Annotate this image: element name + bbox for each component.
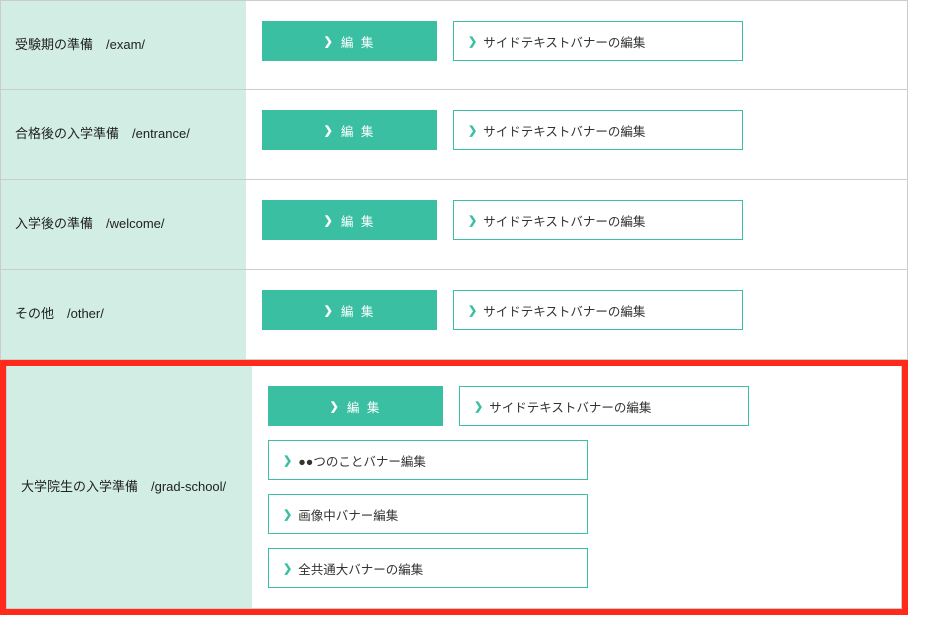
extra-banner-edit-button[interactable]: ❯ 全共通大バナーの編集 <box>268 548 588 588</box>
chevron-right-icon: ❯ <box>324 35 335 48</box>
side-banner-button-label: サイドテキストバナーの編集 <box>489 397 651 416</box>
side-banner-button-label: サイドテキストバナーの編集 <box>483 121 645 140</box>
extra-banner-edit-button[interactable]: ❯ 画像中バナー編集 <box>268 494 588 534</box>
row-label-cell: 大学院生の入学準備 /grad-school/ <box>7 366 252 608</box>
chevron-right-icon: ❯ <box>474 400 483 413</box>
row-content-cell: ❯ 編 集 ❯ サイドテキストバナーの編集 <box>246 90 907 179</box>
extra-button-label: ●●つのことバナー編集 <box>298 451 426 470</box>
extra-button-label: 画像中バナー編集 <box>298 505 398 524</box>
chevron-right-icon: ❯ <box>324 124 335 137</box>
button-row: ❯ 編 集 ❯ サイドテキストバナーの編集 <box>262 200 891 240</box>
edit-button-label: 編 集 <box>341 121 375 140</box>
chevron-right-icon: ❯ <box>330 400 341 413</box>
side-banner-edit-button[interactable]: ❯ サイドテキストバナーの編集 <box>453 290 743 330</box>
row-content-cell: ❯ 編 集 ❯ サイドテキストバナーの編集 <box>246 180 907 269</box>
edit-button[interactable]: ❯ 編 集 <box>262 200 437 240</box>
table-row: その他 /other/ ❯ 編 集 ❯ サイドテキストバナーの編集 <box>0 270 908 360</box>
row-label: 大学院生の入学準備 /grad-school/ <box>21 476 226 498</box>
side-banner-button-label: サイドテキストバナーの編集 <box>483 32 645 51</box>
row-content-cell: ❯ 編 集 ❯ サイドテキストバナーの編集 <box>246 270 907 359</box>
chevron-right-icon: ❯ <box>324 304 335 317</box>
side-banner-edit-button[interactable]: ❯ サイドテキストバナーの編集 <box>453 21 743 61</box>
side-banner-edit-button[interactable]: ❯ サイドテキストバナーの編集 <box>459 386 749 426</box>
edit-button[interactable]: ❯ 編 集 <box>262 21 437 61</box>
chevron-right-icon: ❯ <box>324 214 335 227</box>
row-label: その他 /other/ <box>15 303 104 325</box>
side-banner-edit-button[interactable]: ❯ サイドテキストバナーの編集 <box>453 200 743 240</box>
extra-button-label: 全共通大バナーの編集 <box>298 559 423 578</box>
edit-button[interactable]: ❯ 編 集 <box>268 386 443 426</box>
chevron-right-icon: ❯ <box>468 35 477 48</box>
table-row: 大学院生の入学準備 /grad-school/ ❯ 編 集 ❯ サイドテキストバ… <box>6 366 902 609</box>
row-content-cell: ❯ 編 集 ❯ サイドテキストバナーの編集 <box>246 1 907 89</box>
side-banner-button-label: サイドテキストバナーの編集 <box>483 301 645 320</box>
edit-button-label: 編 集 <box>347 397 381 416</box>
button-row: ❯ 編 集 ❯ サイドテキストバナーの編集 <box>262 110 891 150</box>
table-row: 入学後の準備 /welcome/ ❯ 編 集 ❯ サイドテキストバナーの編集 <box>0 180 908 270</box>
row-label: 合格後の入学準備 /entrance/ <box>15 123 190 145</box>
chevron-right-icon: ❯ <box>283 454 292 467</box>
table-row: 合格後の入学準備 /entrance/ ❯ 編 集 ❯ サイドテキストバナーの編… <box>0 90 908 180</box>
edit-button[interactable]: ❯ 編 集 <box>262 110 437 150</box>
row-label-cell: 合格後の入学準備 /entrance/ <box>1 90 246 179</box>
category-table: 受験期の準備 /exam/ ❯ 編 集 ❯ サイドテキストバナーの編集 合格後の… <box>0 0 908 615</box>
row-label: 受験期の準備 /exam/ <box>15 34 145 56</box>
button-row: ❯ 編 集 ❯ サイドテキストバナーの編集 <box>268 386 885 426</box>
row-content-cell: ❯ 編 集 ❯ サイドテキストバナーの編集 ❯ ●●つのことバナー編集 ❯ 画像… <box>252 366 901 608</box>
row-label-cell: その他 /other/ <box>1 270 246 359</box>
chevron-right-icon: ❯ <box>283 508 292 521</box>
button-row: ❯ 編 集 ❯ サイドテキストバナーの編集 <box>262 290 891 330</box>
extra-banner-edit-button[interactable]: ❯ ●●つのことバナー編集 <box>268 440 588 480</box>
button-row: ❯ 編 集 ❯ サイドテキストバナーの編集 <box>262 21 891 61</box>
row-label: 入学後の準備 /welcome/ <box>15 213 165 235</box>
chevron-right-icon: ❯ <box>283 562 292 575</box>
edit-button-label: 編 集 <box>341 211 375 230</box>
edit-button-label: 編 集 <box>341 32 375 51</box>
chevron-right-icon: ❯ <box>468 304 477 317</box>
table-row: 受験期の準備 /exam/ ❯ 編 集 ❯ サイドテキストバナーの編集 <box>0 0 908 90</box>
chevron-right-icon: ❯ <box>468 124 477 137</box>
chevron-right-icon: ❯ <box>468 214 477 227</box>
row-label-cell: 受験期の準備 /exam/ <box>1 1 246 89</box>
side-banner-edit-button[interactable]: ❯ サイドテキストバナーの編集 <box>453 110 743 150</box>
row-label-cell: 入学後の準備 /welcome/ <box>1 180 246 269</box>
highlighted-row-box: 大学院生の入学準備 /grad-school/ ❯ 編 集 ❯ サイドテキストバ… <box>0 360 908 615</box>
side-banner-button-label: サイドテキストバナーの編集 <box>483 211 645 230</box>
edit-button-label: 編 集 <box>341 301 375 320</box>
edit-button[interactable]: ❯ 編 集 <box>262 290 437 330</box>
